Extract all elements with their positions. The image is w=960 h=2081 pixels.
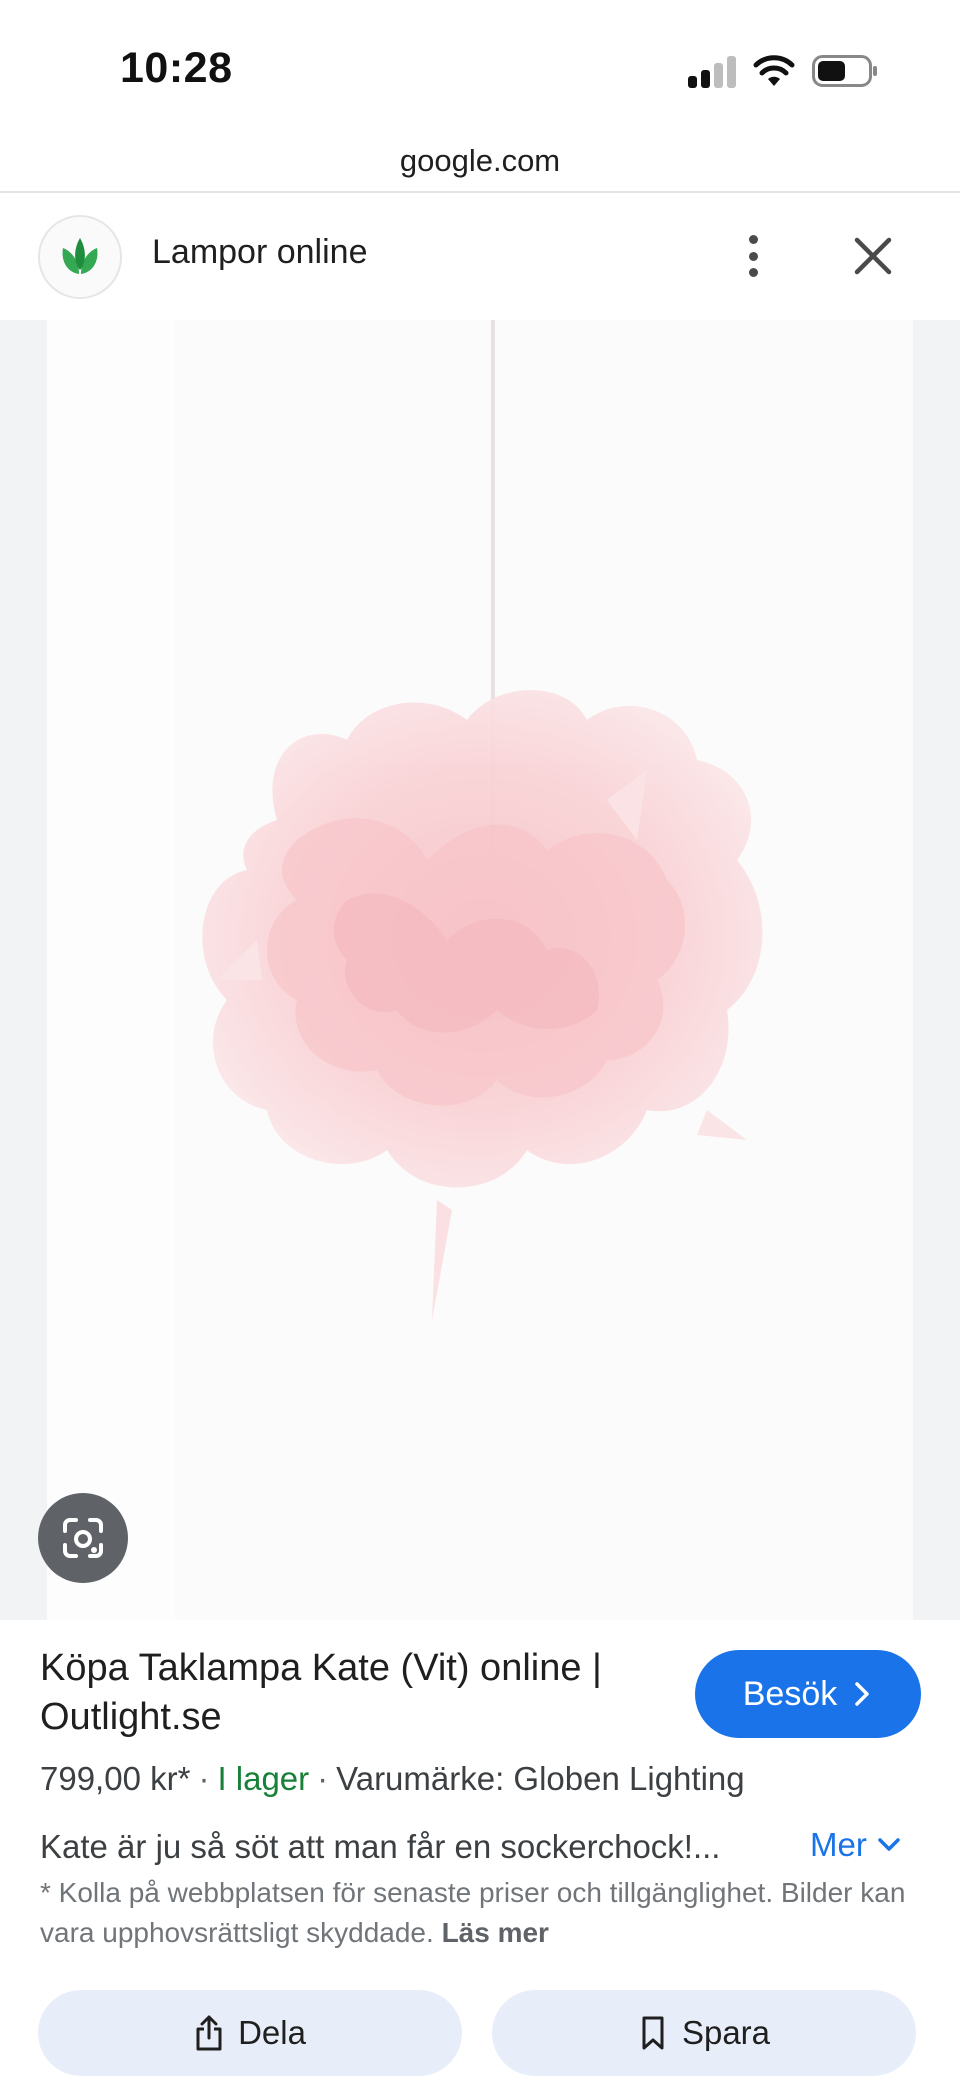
url-bar[interactable]: google.com [0, 135, 960, 193]
share-button[interactable]: Dela [38, 1990, 462, 2076]
stock-status: I lager [217, 1760, 310, 1797]
close-icon[interactable] [848, 231, 898, 281]
product-title[interactable]: Köpa Taklampa Kate (Vit) online | Outlig… [40, 1644, 680, 1742]
visit-button[interactable]: Besök [695, 1650, 921, 1738]
url-text: google.com [399, 143, 561, 178]
product-image[interactable] [47, 320, 913, 1620]
product-meta: 799,00 kr* · I lager · Varumärke: Globen Lig… [40, 1760, 745, 1797]
status-time: 10:28 [120, 44, 233, 92]
lens-search-button[interactable] [38, 1493, 128, 1583]
more-label: Mer [810, 1826, 867, 1863]
bookmark-icon [642, 2016, 664, 2050]
disclaimer: * Kolla på webbplatsen för senaste prise… [40, 1873, 920, 1953]
lens-icon [63, 1518, 103, 1558]
chevron-down-icon [878, 1838, 900, 1851]
header-title: Lampor online [152, 233, 368, 271]
more-button[interactable]: Mer [810, 1826, 901, 1864]
site-logo-icon [38, 215, 122, 299]
visit-label: Besök [742, 1674, 838, 1713]
price: 799,00 kr* [40, 1760, 191, 1797]
more-vert-icon[interactable] [738, 231, 768, 281]
status-bar: 10:28 [0, 0, 960, 135]
chevron-right-icon [855, 1682, 869, 1706]
brand: Varumärke: Globen Lighting [336, 1760, 745, 1797]
wifi-icon [753, 55, 795, 86]
image-area [0, 320, 960, 1620]
signal-icon [688, 56, 738, 88]
read-more-link[interactable]: Läs mer [442, 1917, 549, 1948]
share-label: Dela [238, 2014, 306, 2051]
save-button[interactable]: Spara [492, 1990, 916, 2076]
save-label: Spara [681, 2014, 771, 2051]
result-header: Lampor online [0, 195, 960, 320]
product-description: Kate är ju så söt att man får en sockerc… [40, 1828, 721, 1865]
product-info: Köpa Taklampa Kate (Vit) online | Outlig… [0, 1620, 960, 2081]
share-icon [196, 2015, 222, 2051]
battery-icon [812, 55, 877, 87]
